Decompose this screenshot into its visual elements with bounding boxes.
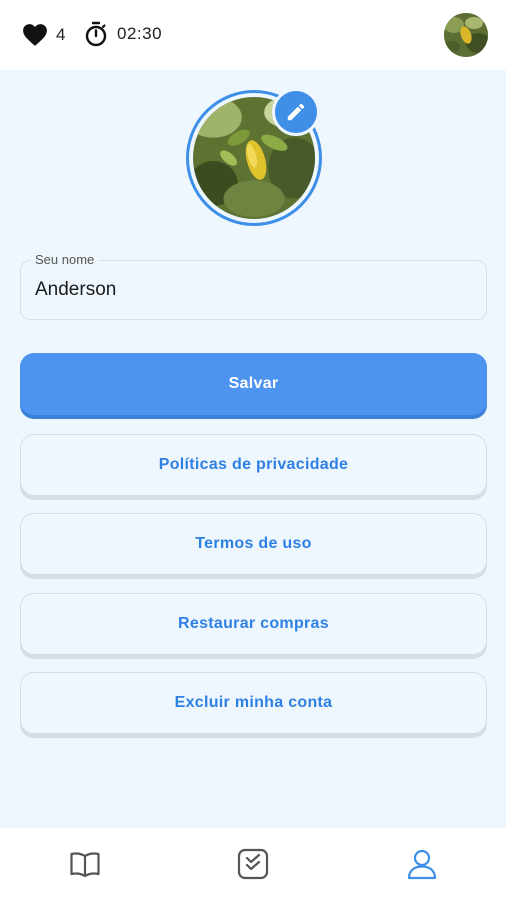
privacy-policy-button[interactable]: Políticas de privacidade bbox=[20, 434, 487, 496]
stopwatch-icon bbox=[85, 21, 107, 47]
book-icon bbox=[70, 852, 100, 878]
nav-item-learn[interactable] bbox=[67, 846, 103, 882]
name-field-label: Seu nome bbox=[31, 252, 99, 267]
avatar[interactable] bbox=[444, 13, 488, 57]
timer-indicator: 02:30 bbox=[84, 20, 162, 48]
pencil-icon bbox=[287, 103, 305, 121]
nav-item-profile[interactable] bbox=[404, 846, 440, 882]
user-icon bbox=[407, 849, 437, 880]
lives-indicator: 4 bbox=[22, 22, 65, 48]
profile-screen: Seu nome Salvar Políticas de privacidade… bbox=[0, 70, 506, 828]
save-button[interactable]: Salvar bbox=[20, 353, 487, 415]
heart-icon bbox=[23, 24, 47, 46]
delete-account-button[interactable]: Excluir minha conta bbox=[20, 672, 487, 734]
nav-item-quiz[interactable] bbox=[235, 846, 271, 882]
profile-avatar-section bbox=[186, 88, 322, 226]
terms-of-use-button[interactable]: Termos de uso bbox=[20, 513, 487, 575]
top-bar: 4 02:30 bbox=[0, 0, 506, 70]
avatar-photo bbox=[444, 13, 488, 57]
edit-photo-button[interactable] bbox=[272, 88, 320, 136]
restore-purchases-button[interactable]: Restaurar compras bbox=[20, 593, 487, 655]
timer-value: 02:30 bbox=[117, 24, 163, 43]
name-input[interactable] bbox=[35, 277, 465, 303]
checklist-icon bbox=[237, 848, 269, 880]
bottom-nav bbox=[0, 828, 506, 900]
name-field[interactable]: Seu nome bbox=[20, 252, 487, 320]
lives-count: 4 bbox=[56, 25, 66, 44]
